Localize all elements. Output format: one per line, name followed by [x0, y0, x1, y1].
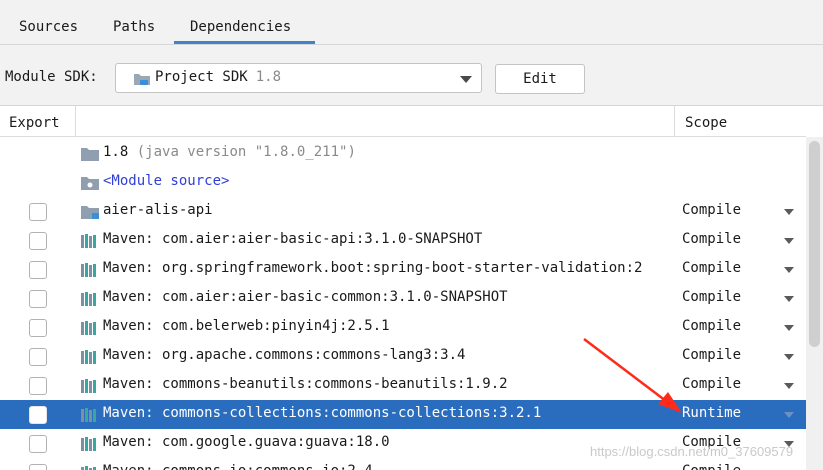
export-checkbox[interactable]	[29, 348, 47, 366]
dependency-name: Maven: commons-io:commons-io:2.4	[103, 463, 675, 470]
column-header-export[interactable]: Export	[0, 106, 76, 136]
module-sdk-dropdown[interactable]: Project SDK 1.8	[115, 63, 482, 93]
module-sdk-version: 1.8	[255, 69, 282, 85]
export-checkbox[interactable]	[29, 290, 47, 308]
dependency-name: aier-alis-api	[103, 202, 675, 218]
export-checkbox[interactable]	[29, 319, 47, 337]
export-checkbox[interactable]	[29, 406, 47, 424]
dependency-detail: (java version "1.8.0_211")	[136, 144, 356, 160]
table-row[interactable]: Maven: com.aier:aier-basic-common:3.1.0-…	[0, 284, 806, 313]
column-header-name[interactable]	[76, 106, 675, 136]
watermark: https://blog.csdn.net/m0_37609579	[590, 444, 794, 459]
scope-select[interactable]: Compile	[682, 347, 741, 363]
dependency-name: Maven: com.belerweb:pinyin4j:2.5.1	[103, 318, 675, 334]
scrollbar-thumb[interactable]	[809, 141, 820, 347]
module-sdk-label: Module SDK:	[5, 69, 98, 85]
maven-library-icon	[80, 291, 100, 311]
vertical-scrollbar[interactable]	[806, 137, 823, 470]
scope-select[interactable]: Compile	[682, 260, 741, 276]
tab-paths[interactable]: Paths	[97, 8, 171, 44]
chevron-down-icon[interactable]	[784, 296, 794, 302]
dependency-name: Maven: org.apache.commons:commons-lang3:…	[103, 347, 675, 363]
dependency-label: Maven: com.belerweb:pinyin4j:2.5.1	[103, 318, 390, 334]
dependency-label: Maven: commons-beanutils:commons-beanuti…	[103, 376, 508, 392]
dependency-name: Maven: commons-collections:commons-colle…	[103, 405, 675, 421]
dependency-label: Maven: org.springframework.boot:spring-b…	[103, 260, 643, 276]
module-folder-icon	[80, 204, 100, 224]
maven-library-icon	[80, 436, 100, 456]
table-row[interactable]: Maven: commons-beanutils:commons-beanuti…	[0, 371, 806, 400]
maven-library-icon	[80, 465, 100, 470]
chevron-down-icon[interactable]	[784, 209, 794, 215]
scope-select[interactable]: Compile	[682, 289, 741, 305]
table-header: Export Scope	[0, 106, 806, 137]
edit-button[interactable]: Edit	[495, 64, 585, 94]
export-checkbox[interactable]	[29, 464, 47, 470]
table-row[interactable]: <Module source>	[0, 168, 806, 197]
tab-dependencies[interactable]: Dependencies	[174, 8, 315, 44]
chevron-down-icon[interactable]	[784, 267, 794, 273]
scope-select[interactable]: Compile	[682, 231, 741, 247]
tab-sources[interactable]: Sources	[3, 8, 94, 44]
dependency-name: Maven: com.aier:aier-basic-api:3.1.0-SNA…	[103, 231, 675, 247]
dependency-name: 1.8 (java version "1.8.0_211")	[103, 144, 675, 160]
column-header-scope[interactable]: Scope	[685, 115, 727, 131]
chevron-down-icon[interactable]	[784, 325, 794, 331]
table-row[interactable]: Maven: commons-collections:commons-colle…	[0, 400, 806, 429]
dependency-label: Maven: com.google.guava:guava:18.0	[103, 434, 390, 450]
source-folder-icon	[80, 175, 100, 195]
table-row[interactable]: Maven: org.springframework.boot:spring-b…	[0, 255, 806, 284]
export-checkbox[interactable]	[29, 203, 47, 221]
module-sdk-name: Project SDK	[155, 69, 248, 85]
dependency-label: Maven: org.apache.commons:commons-lang3:…	[103, 347, 466, 363]
maven-library-icon	[80, 233, 100, 253]
maven-library-icon	[80, 378, 100, 398]
export-checkbox[interactable]	[29, 377, 47, 395]
dependencies-table: Export Scope 1.8 (java version "1.8.0_21…	[0, 105, 823, 470]
scope-select[interactable]: Compile	[682, 376, 741, 392]
dependency-label: aier-alis-api	[103, 202, 213, 218]
table-row[interactable]: Maven: commons-io:commons-io:2.4 Compile	[0, 458, 806, 470]
dependency-name: Maven: commons-beanutils:commons-beanuti…	[103, 376, 675, 392]
dependency-name: Maven: com.aier:aier-basic-common:3.1.0-…	[103, 289, 675, 305]
dependency-label: Maven: com.aier:aier-basic-common:3.1.0-…	[103, 289, 508, 305]
dependency-label: Maven: com.aier:aier-basic-api:3.1.0-SNA…	[103, 231, 483, 247]
dependency-name: Maven: org.springframework.boot:spring-b…	[103, 260, 675, 276]
maven-library-icon	[80, 407, 100, 427]
sdk-folder-icon	[133, 72, 151, 90]
module-sdk-row: Module SDK: Project SDK 1.8 Edit	[0, 45, 823, 105]
chevron-down-icon[interactable]	[784, 383, 794, 389]
chevron-down-icon[interactable]	[784, 412, 794, 418]
dependency-label: Maven: commons-io:commons-io:2.4	[103, 463, 373, 470]
chevron-down-icon[interactable]	[460, 76, 472, 83]
scope-select[interactable]: Compile	[682, 463, 741, 470]
export-checkbox[interactable]	[29, 261, 47, 279]
table-row[interactable]: Maven: com.belerweb:pinyin4j:2.5.1 Compil…	[0, 313, 806, 342]
table-row[interactable]: Maven: com.aier:aier-basic-api:3.1.0-SNA…	[0, 226, 806, 255]
table-row[interactable]: Maven: org.apache.commons:commons-lang3:…	[0, 342, 806, 371]
dependency-label: 1.8	[103, 144, 129, 160]
module-sdk-value: Project SDK 1.8	[155, 69, 281, 85]
maven-library-icon	[80, 262, 100, 282]
dependency-name: <Module source>	[103, 173, 675, 189]
dependency-label: Maven: commons-collections:commons-colle…	[103, 405, 542, 421]
scope-select[interactable]: Runtime	[682, 405, 741, 421]
export-checkbox[interactable]	[29, 232, 47, 250]
jdk-folder-icon	[80, 146, 100, 166]
table-row[interactable]: 1.8 (java version "1.8.0_211")	[0, 139, 806, 168]
scope-select[interactable]: Compile	[682, 202, 741, 218]
scope-select[interactable]: Compile	[682, 318, 741, 334]
table-row[interactable]: aier-alis-api Compile	[0, 197, 806, 226]
maven-library-icon	[80, 349, 100, 369]
dependency-label: <Module source>	[103, 173, 230, 189]
export-checkbox[interactable]	[29, 435, 47, 453]
chevron-down-icon[interactable]	[784, 354, 794, 360]
maven-library-icon	[80, 320, 100, 340]
chevron-down-icon[interactable]	[784, 238, 794, 244]
tab-bar: Sources Paths Dependencies	[0, 0, 823, 45]
